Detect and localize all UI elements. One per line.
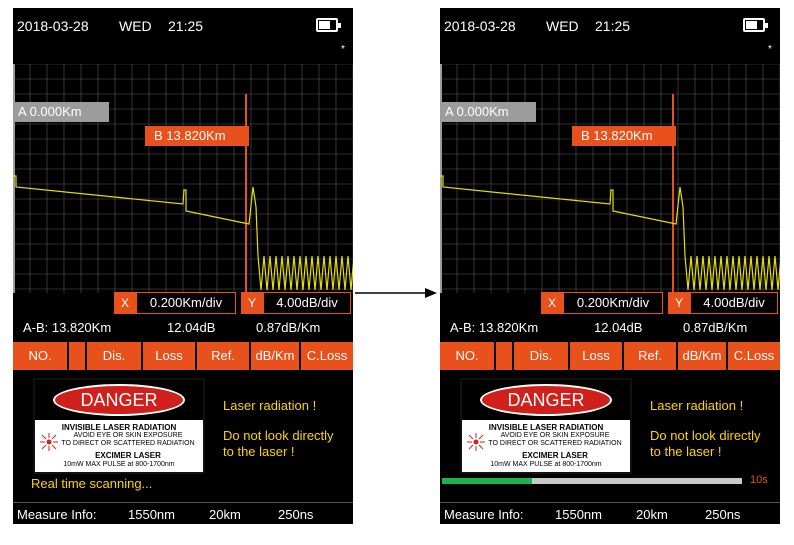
grid-lines [13,64,353,293]
trace-svg [440,64,780,293]
tab-no[interactable]: NO. [13,342,67,370]
otdr-screen-before: 2018-03-28 WED 21:25 * A 0.000Km B 13.82… [13,8,353,524]
tab-distance[interactable]: Dis. [87,342,141,370]
tab-db-per-km[interactable]: dB/Km [678,342,726,370]
tab-blank[interactable] [69,342,85,370]
tab-loss[interactable]: Loss [570,342,622,370]
tab-db-per-km[interactable]: dB/Km [251,342,299,370]
danger-line-4: EXCIMER LASER [95,451,161,460]
danger-line-1: INVISIBLE LASER RADIATION [61,423,177,432]
tab-cumulative-loss[interactable]: C.Loss [728,342,780,370]
ab-loss: 12.04dB [167,320,216,335]
danger-line-5: 10mW MAX PULSE at 800-1700nm [490,461,602,468]
y-scale-value[interactable]: 4.00dB/div [263,292,351,314]
event-table-header: NO. Dis. Loss Ref. dB/Km C.Loss [440,342,780,370]
status-date: 2018-03-28 [17,18,89,34]
scan-progress-fill [442,478,532,484]
ab-distance: A-B: 13.820Km [450,320,539,335]
measure-info-bar: Measure Info: 1550nm 20km 250ns [440,502,780,524]
status-bar: 2018-03-28 WED 21:25 [13,8,353,42]
ab-info-row: A-B: 13.820Km 12.04dB 0.87dB/Km [440,318,780,336]
tab-no[interactable]: NO. [440,342,494,370]
battery-icon [316,18,341,32]
measure-info-bar: Measure Info: 1550nm 20km 250ns [13,502,353,524]
measure-wavelength: 1550nm [555,507,602,522]
ab-info-row: A-B: 13.820Km 12.04dB 0.87dB/Km [13,318,353,336]
status-indicator: * [768,44,772,55]
grid-lines [440,64,780,293]
status-date: 2018-03-28 [444,18,516,34]
danger-line-1: INVISIBLE LASER RADIATION [488,423,604,432]
danger-line-3: TO DIRECT OR SCATTERED RADIATION [61,440,195,447]
x-scale-value[interactable]: 0.200Km/div [136,292,236,314]
tab-reflectance[interactable]: Ref. [624,342,676,370]
x-scale-tag: X [114,292,136,314]
trace-graph[interactable] [440,64,780,293]
status-time: 21:25 [595,18,631,34]
danger-label: DANGER INVISIBLE LASER RADIATION AVOID E… [33,378,205,474]
tab-distance[interactable]: Dis. [514,342,568,370]
measure-pulse: 250ns [705,507,741,522]
measure-wavelength: 1550nm [128,507,175,522]
status-indicator: * [341,44,345,55]
danger-line-2: AVOID EYE OR SKIN EXPOSURE [500,432,610,439]
arrow-right-icon [355,288,437,298]
tab-loss[interactable]: Loss [143,342,195,370]
danger-line-3: TO DIRECT OR SCATTERED RADIATION [488,440,622,447]
warning-laser-radiation: Laser radiation ! [223,398,317,413]
scan-progress-time: 10s [750,474,768,486]
measure-info-label: Measure Info: [17,507,97,522]
ab-distance: A-B: 13.820Km [23,320,112,335]
marker-a-label[interactable]: A 0.000Km [440,102,536,122]
danger-line-5: 10mW MAX PULSE at 800-1700nm [63,461,175,468]
warning-to-the-laser: to the laser ! [650,444,722,459]
warning-to-the-laser: to the laser ! [223,444,295,459]
danger-title: DANGER [53,384,185,416]
scan-progress-bar [442,478,742,484]
y-scale-tag: Y [668,292,690,314]
status-time: 21:25 [168,18,204,34]
ab-attenuation: 0.87dB/Km [683,320,748,335]
measure-range: 20km [209,507,241,522]
marker-b-label[interactable]: B 13.820Km [572,126,676,146]
tab-reflectance[interactable]: Ref. [197,342,249,370]
scanning-status: Real time scanning... [31,476,153,491]
marker-b-label[interactable]: B 13.820Km [145,126,249,146]
x-scale-value[interactable]: 0.200Km/div [563,292,663,314]
marker-a-label[interactable]: A 0.000Km [13,102,109,122]
danger-line-2: AVOID EYE OR SKIN EXPOSURE [73,432,183,439]
status-bar: 2018-03-28 WED 21:25 [440,8,780,42]
otdr-screen-after: 2018-03-28 WED 21:25 * A 0.000Km B 13.82… [440,8,780,524]
measure-range: 20km [636,507,668,522]
tab-cumulative-loss[interactable]: C.Loss [301,342,353,370]
trace-svg [13,64,353,293]
warning-do-not-look: Do not look directly [223,428,334,443]
danger-title: DANGER [480,384,612,416]
danger-label: DANGER INVISIBLE LASER RADIATION AVOID E… [460,378,632,474]
battery-icon [743,18,768,32]
status-day: WED [546,18,579,34]
tab-blank[interactable] [496,342,512,370]
warning-laser-radiation: Laser radiation ! [650,398,744,413]
danger-line-4: EXCIMER LASER [522,451,588,460]
y-scale-tag: Y [241,292,263,314]
ab-attenuation: 0.87dB/Km [256,320,321,335]
measure-info-label: Measure Info: [444,507,524,522]
measure-pulse: 250ns [278,507,314,522]
event-table-header: NO. Dis. Loss Ref. dB/Km C.Loss [13,342,353,370]
x-scale-tag: X [541,292,563,314]
warning-do-not-look: Do not look directly [650,428,761,443]
ab-loss: 12.04dB [594,320,643,335]
trace-graph[interactable] [13,64,353,293]
status-day: WED [119,18,152,34]
y-scale-value[interactable]: 4.00dB/div [690,292,778,314]
